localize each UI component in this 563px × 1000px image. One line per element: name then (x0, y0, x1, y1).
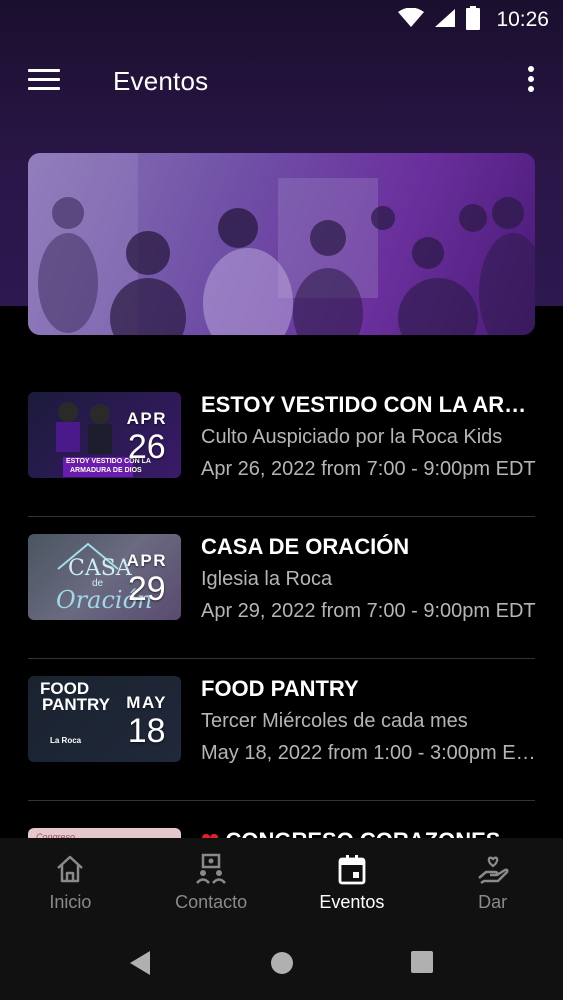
home-icon (57, 855, 84, 883)
event-title: CASA DE ORACIÓN (201, 534, 410, 559)
events-banner-image[interactable] (28, 153, 535, 335)
event-day: 29 (127, 570, 166, 608)
app-bar: Eventos (0, 46, 563, 118)
thumb-text: ARMADURA DE DIOS (70, 467, 142, 474)
wifi-icon (398, 7, 425, 33)
system-nav-bar (0, 930, 563, 1000)
event-datetime: May 18, 2022 from 1:00 - 3:00pm EDT (201, 742, 537, 764)
event-datetime: Apr 26, 2022 from 7:00 - 9:00pm EDT (201, 458, 536, 480)
calendar-icon (338, 855, 366, 885)
menu-icon[interactable] (28, 69, 60, 93)
bottom-nav: Inicio Contacto Eventos Dar (0, 838, 563, 930)
event-item[interactable]: CASA de Oración APR 29 CASA DE ORACIÓN I… (0, 517, 563, 659)
nav-label: Inicio (49, 892, 92, 912)
nav-item-dar[interactable]: Dar (422, 838, 563, 930)
nav-item-inicio[interactable]: Inicio (0, 838, 141, 930)
event-title: ESTOY VESTIDO CON LA ARMADURA DE DIOS (201, 392, 537, 417)
battery-icon (466, 5, 481, 35)
event-subtitle: Tercer Miércoles de cada mes (201, 710, 468, 732)
event-thumbnail: ESTOY VESTIDO CON LA ARMADURA DE DIOS AP… (28, 392, 181, 478)
back-icon[interactable] (128, 950, 152, 981)
page-title: Eventos (113, 66, 209, 96)
event-datetime: Apr 29, 2022 from 7:00 - 9:00pm EDT (201, 600, 536, 622)
give-icon (477, 856, 509, 885)
event-thumbnail: FOOD PANTRY La Roca MAY 18 (28, 676, 181, 762)
event-month: APR (126, 551, 167, 570)
thumb-text: La Roca (50, 736, 82, 745)
home-circle-icon[interactable] (270, 951, 294, 980)
event-date-badge: APR 26 (126, 409, 167, 467)
event-title: FOOD PANTRY (201, 676, 359, 701)
event-day: 26 (127, 428, 166, 466)
nav-label: Eventos (319, 892, 385, 912)
status-bar: 10:26 (0, 0, 563, 40)
nav-label: Dar (478, 892, 508, 912)
event-date-badge: MAY 18 (126, 693, 167, 751)
nav-label: Contacto (175, 892, 248, 912)
signal-icon (434, 8, 456, 33)
status-time: 10:26 (496, 8, 549, 31)
contact-icon (196, 853, 227, 884)
nav-item-contacto[interactable]: Contacto (141, 838, 282, 930)
thumb-text: PANTRY (42, 695, 110, 714)
event-month: MAY (126, 693, 167, 712)
event-item[interactable]: FOOD PANTRY La Roca MAY 18 FOOD PANTRY T… (0, 659, 563, 801)
event-subtitle: Iglesia la Roca (201, 568, 333, 590)
nav-item-eventos[interactable]: Eventos (282, 838, 423, 930)
event-month: APR (126, 409, 167, 428)
event-date-badge: APR 29 (126, 551, 167, 609)
event-day: 18 (127, 712, 166, 750)
event-subtitle: Culto Auspiciado por la Roca Kids (201, 426, 503, 448)
recents-icon[interactable] (411, 951, 433, 978)
more-vert-icon[interactable] (525, 66, 537, 98)
event-item[interactable]: ESTOY VESTIDO CON LA ARMADURA DE DIOS AP… (0, 375, 563, 517)
event-thumbnail: CASA de Oración APR 29 (28, 534, 181, 620)
